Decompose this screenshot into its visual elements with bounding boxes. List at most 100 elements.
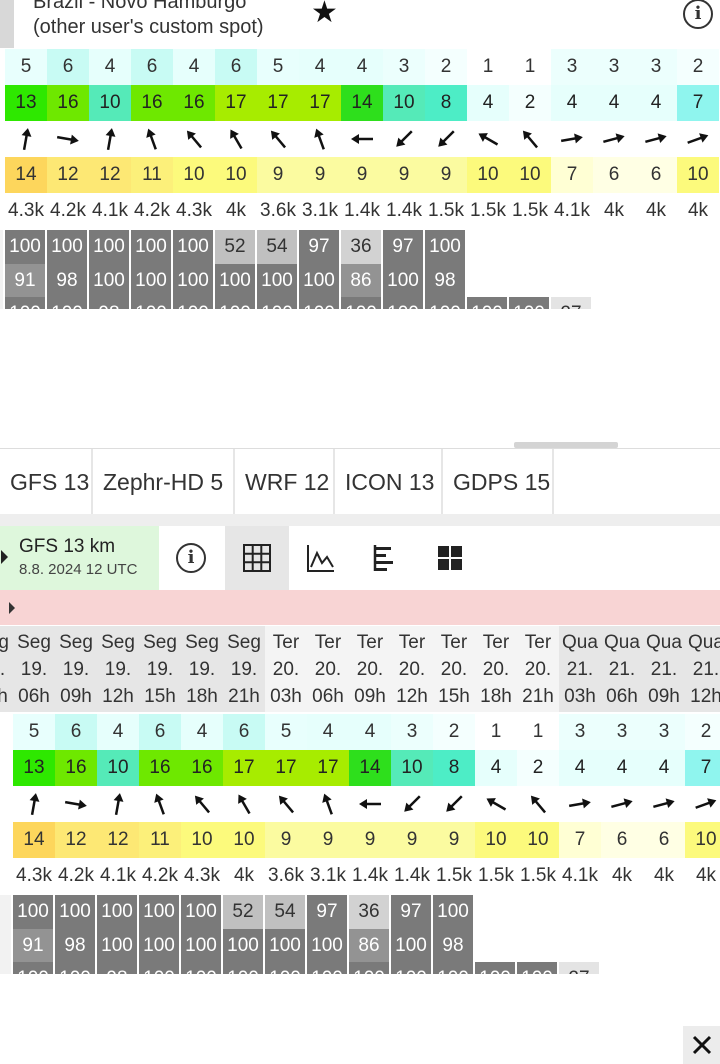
date-day: Ter (314, 631, 342, 653)
clouds-mid-cell: 100 (307, 929, 349, 962)
clouds-high-cell: 100 (173, 230, 215, 264)
clouds-high-cell (517, 895, 559, 929)
list-view-button[interactable] (354, 526, 418, 590)
tab-model-gdps[interactable]: GDPS 15 (443, 449, 554, 515)
wind-speed-cell: 6 (55, 714, 97, 750)
date-date: 19. (230, 658, 258, 680)
clouds-high-cell (509, 230, 551, 264)
date-hour: 15h (438, 685, 470, 707)
wind-direction-cell (509, 121, 551, 157)
clouds-low-cell: 27 (551, 297, 593, 309)
date-column-header: Ter 20. 18h (475, 626, 517, 712)
wind-direction-arrow-icon (687, 133, 709, 144)
clouds-mid-cell: 100 (181, 929, 223, 962)
close-button[interactable] (683, 1026, 720, 1064)
wind-direction-arrow-icon (230, 129, 243, 150)
wind-gust-cell: 14 (349, 750, 391, 786)
line-chart-icon (307, 545, 334, 572)
grid-table-icon (243, 544, 271, 572)
clouds-low-cell: 100 (341, 297, 383, 309)
cloud-base-cell: 3.1k (307, 858, 349, 894)
cloud-base-cell: 3.6k (257, 193, 299, 229)
wind-gust-cell: 4 (559, 750, 601, 786)
clouds-mid-cell: 91 (5, 264, 47, 297)
forecast-table-bottom: 5 6 4 6 4 6 5 4 4 3 2 1 1 3 3 3 2 13 16 10 16 16 17 17 17 14 10 8 4 2… (0, 714, 720, 974)
separator-band (0, 514, 720, 526)
cloud-base-cell: 1.5k (475, 858, 517, 894)
model-badge[interactable]: GFS 13 km 8.8. 2024 12 UTC (0, 526, 159, 590)
wind-direction-arrow-icon (322, 793, 333, 815)
clouds-high-cell: 100 (181, 895, 223, 929)
wind-direction-arrow-icon (522, 130, 539, 149)
date-date: 20. (482, 658, 510, 680)
clouds-mid-cell (635, 264, 677, 297)
graph-view-button[interactable] (289, 526, 353, 590)
cloud-base-cell: 4k (635, 193, 677, 229)
date-day: Seg (101, 631, 135, 653)
date-column-header: Qua 21. 12h (685, 626, 720, 712)
date-date: 20. (440, 658, 468, 680)
clouds-mid-cell: 100 (139, 929, 181, 962)
date-hour: 06h (312, 685, 344, 707)
model-tabs: GFS 13 Zephr-HD 5 WRF 12 ICON 13 GDPS 15 (0, 448, 720, 516)
date-hour: 06h (606, 685, 638, 707)
wind-direction-cell (97, 786, 139, 822)
table-view-button[interactable] (225, 526, 289, 590)
date-hour: 03h (0, 685, 8, 707)
wind-speed-cell: 6 (139, 714, 181, 750)
tab-model-zephr[interactable]: Zephr-HD 5 (93, 449, 235, 515)
clouds-high-cell: 54 (265, 895, 307, 929)
wind-direction-arrow-icon (146, 128, 157, 150)
tab-model-icon[interactable]: ICON 13 (335, 449, 443, 515)
star-icon[interactable]: ★ (311, 0, 338, 30)
day-expand-bar[interactable] (0, 590, 720, 625)
date-column-header: Ter 20. 15h (433, 626, 475, 712)
forecast-table-top: 5 6 4 6 4 6 5 4 4 3 2 1 1 3 3 3 2 13 16 10 16 16 17 17 17 14 10 8 4 2… (0, 49, 720, 309)
tab-model-wrf[interactable]: WRF 12 (235, 449, 335, 515)
cloud-base-cell: 4.3k (173, 193, 215, 229)
clouds-mid-cell: 100 (215, 264, 257, 297)
wind-direction-arrow-icon (653, 798, 675, 809)
wind-direction-cell (425, 121, 467, 157)
cloud-base-cell: 1.5k (517, 858, 559, 894)
wind-gust-cell: 7 (685, 750, 720, 786)
clouds-low-cell: 100 (467, 297, 509, 309)
date-column-header: Seg 19. 15h (139, 626, 181, 712)
forecast-toolbar: GFS 13 km 8.8. 2024 12 UTC i (0, 526, 720, 590)
close-icon (692, 1035, 711, 1055)
date-date: 20. (356, 658, 384, 680)
clouds-high-cell (475, 895, 517, 929)
clouds-mid-cell (677, 264, 719, 297)
temperature-cell: 9 (349, 822, 391, 858)
wind-direction-arrow-icon (113, 793, 124, 816)
temperature-cell: 14 (13, 822, 55, 858)
wind-direction-cell (635, 121, 677, 157)
wind-speed-cell: 2 (433, 714, 475, 750)
cloud-base-cell: 4k (677, 193, 719, 229)
cloud-base-cell: 4.1k (559, 858, 601, 894)
wind-gust-cell: 17 (299, 85, 341, 121)
info-button[interactable]: i (159, 526, 223, 590)
tab-model-gfs[interactable]: GFS 13 (0, 449, 93, 515)
date-date: 19. (0, 658, 6, 680)
date-date: 21. (692, 658, 720, 680)
wind-direction-cell (257, 121, 299, 157)
tiles-view-button[interactable] (418, 526, 482, 590)
wind-direction-arrow-icon (64, 799, 87, 810)
date-column-header: Seg 19. 18h (181, 626, 223, 712)
wind-direction-cell (601, 786, 643, 822)
date-hour: 03h (270, 685, 302, 707)
date-day: Qua (604, 631, 640, 653)
clouds-mid-cell: 0 (0, 929, 13, 962)
date-hour: 18h (480, 685, 512, 707)
clouds-high-cell: 54 (257, 230, 299, 264)
wind-gust-cell: 4 (467, 85, 509, 121)
wind-direction-cell (643, 786, 685, 822)
wind-gust-cell: 16 (131, 85, 173, 121)
wind-gust-cell: 17 (265, 750, 307, 786)
clouds-high-cell: 52 (223, 895, 265, 929)
cloud-base-row: k4.3k4.2k4.1k4.2k4.3k4k3.6k3.1k1.4k1.4k1… (0, 858, 720, 894)
info-icon[interactable]: i (683, 0, 713, 29)
wind-speed-cell: 4 (341, 49, 383, 85)
wind-gust-cell: 4 (593, 85, 635, 121)
